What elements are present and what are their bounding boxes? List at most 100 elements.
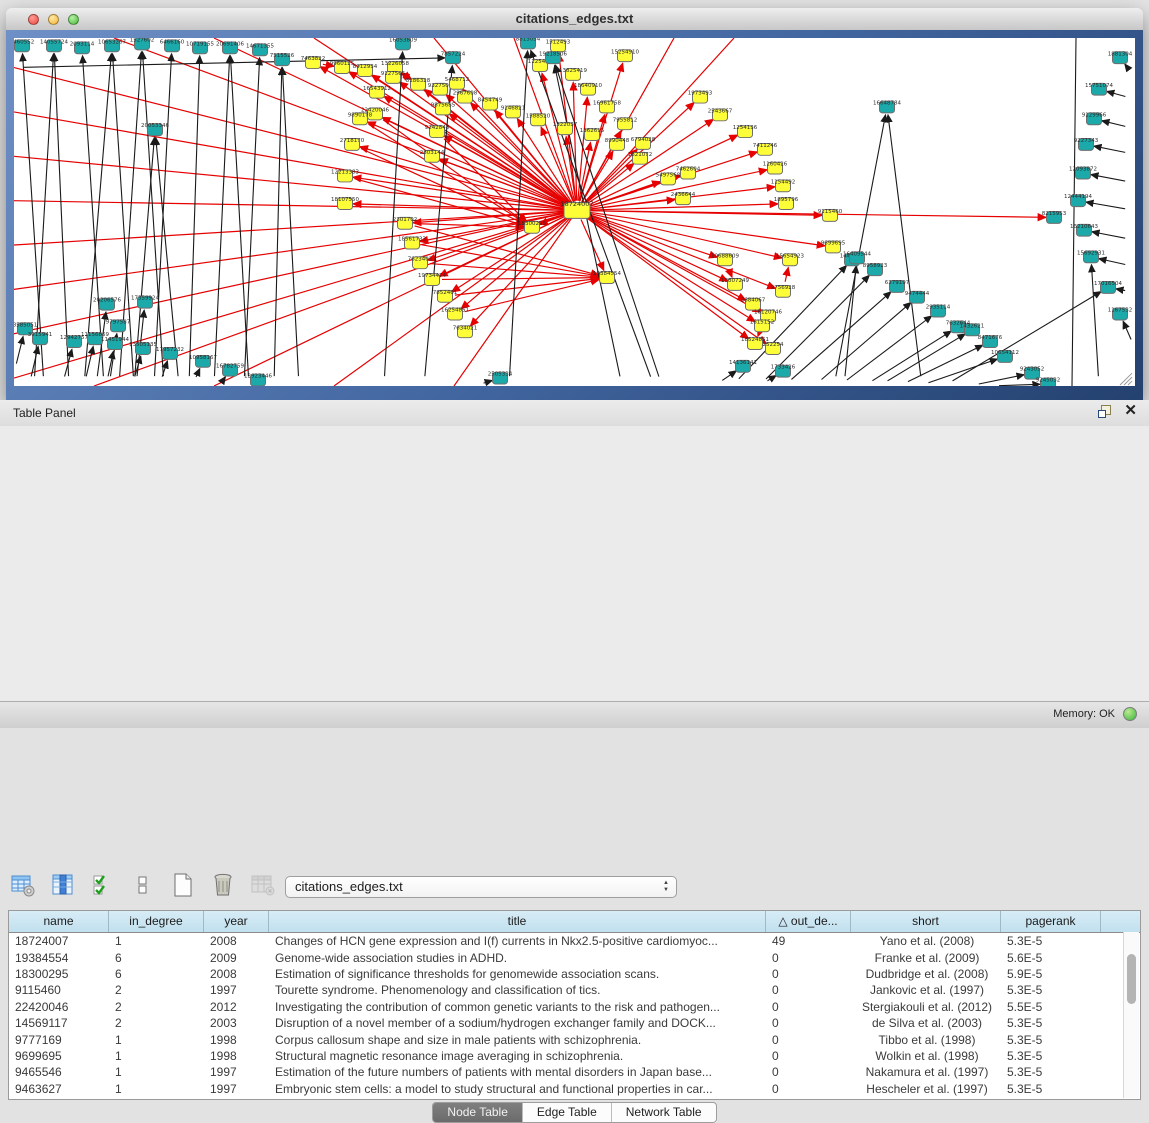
column-header-pagerank[interactable]: pagerank xyxy=(1001,911,1101,932)
resize-grip-icon[interactable] xyxy=(1124,377,1132,385)
node-label: 16543912 xyxy=(363,86,391,92)
scrollbar-thumb[interactable] xyxy=(1127,954,1136,1004)
black-edge[interactable] xyxy=(225,377,226,378)
red-edge[interactable] xyxy=(355,179,525,226)
select-column-icon[interactable] xyxy=(50,872,76,898)
black-edge[interactable] xyxy=(722,371,736,381)
node-label: 9146821 xyxy=(501,106,525,112)
delete-table-icon[interactable] xyxy=(210,872,236,898)
red-edge[interactable] xyxy=(586,215,761,312)
table-row[interactable]: 946554611997Estimation of the future num… xyxy=(9,1064,1140,1080)
table-row[interactable]: 1456911722003Disruption of a novel membe… xyxy=(9,1015,1140,1031)
red-edge[interactable] xyxy=(470,218,570,326)
black-edge[interactable] xyxy=(1099,259,1125,265)
black-edge[interactable] xyxy=(1086,202,1125,209)
black-edge[interactable] xyxy=(196,369,200,377)
black-edge[interactable] xyxy=(274,68,282,377)
node-label: 1881304 xyxy=(1108,51,1133,57)
black-edge[interactable] xyxy=(35,54,54,376)
black-edge[interactable] xyxy=(385,52,403,376)
column-header-in_degree[interactable]: in_degree xyxy=(109,911,204,932)
black-edge[interactable] xyxy=(531,50,651,376)
red-edge[interactable] xyxy=(465,279,600,311)
table-row[interactable]: 1830029562008Estimation of significance … xyxy=(9,966,1140,982)
black-edge[interactable] xyxy=(214,56,229,376)
row-height-icon[interactable] xyxy=(130,872,156,898)
red-edge[interactable] xyxy=(452,216,569,292)
table-row[interactable]: 1872400712008Changes of HCN gene express… xyxy=(9,933,1140,949)
black-edge[interactable] xyxy=(999,384,1040,385)
node-label: 19218506 xyxy=(539,51,567,57)
black-edge[interactable] xyxy=(1072,38,1076,386)
black-edge[interactable] xyxy=(484,380,493,383)
black-edge[interactable] xyxy=(282,68,298,377)
table-cell: 1997 xyxy=(204,1065,269,1079)
red-edge[interactable] xyxy=(587,211,1046,218)
black-edge[interactable] xyxy=(156,138,178,377)
node-label: 18807249 xyxy=(721,278,749,284)
black-edge[interactable] xyxy=(189,56,199,376)
black-edge[interactable] xyxy=(1094,146,1125,152)
table-cell: Jankovic et al. (1997) xyxy=(851,983,1001,997)
table-vertical-scrollbar[interactable] xyxy=(1123,932,1139,1098)
red-edge[interactable] xyxy=(454,211,577,386)
float-panel-icon[interactable] xyxy=(1098,404,1112,418)
column-checks-icon[interactable] xyxy=(90,872,116,898)
column-header-short[interactable]: short xyxy=(851,911,1001,932)
black-edge[interactable] xyxy=(1123,321,1131,339)
window-titlebar[interactable]: citations_edges.txt xyxy=(6,8,1143,31)
table-row[interactable]: 946362711997Embryonic stem cells: a mode… xyxy=(9,1081,1140,1097)
black-edge[interactable] xyxy=(1091,175,1125,182)
red-edge[interactable] xyxy=(14,211,577,290)
table-selector-dropdown[interactable]: citations_edges.txt ▲▼ xyxy=(285,876,677,898)
minimize-window-button[interactable] xyxy=(48,14,59,25)
black-edge[interactable] xyxy=(16,336,23,363)
table-row[interactable]: 977716911998Corpus callosum shape and si… xyxy=(9,1031,1140,1047)
table-settings-icon[interactable] xyxy=(10,872,36,898)
tab-network-table[interactable]: Network Table xyxy=(612,1103,716,1122)
zoom-window-button[interactable] xyxy=(68,14,79,25)
column-header-year[interactable]: year xyxy=(204,911,269,932)
resize-grip-icon[interactable] xyxy=(1128,381,1132,385)
black-edge[interactable] xyxy=(791,292,891,380)
tab-edge-table[interactable]: Edge Table xyxy=(523,1103,612,1122)
black-edge[interactable] xyxy=(230,56,248,376)
new-table-icon[interactable] xyxy=(170,872,196,898)
red-edge[interactable] xyxy=(430,264,599,277)
black-edge[interactable] xyxy=(1116,289,1125,291)
table-row[interactable]: 969969511998Structural magnetic resonanc… xyxy=(9,1048,1140,1064)
node-label: 6379197 xyxy=(885,280,909,286)
black-edge[interactable] xyxy=(1125,64,1129,70)
red-edge[interactable] xyxy=(442,278,599,280)
column-header-name[interactable]: name xyxy=(9,911,109,932)
black-edge[interactable] xyxy=(143,52,164,376)
red-edge[interactable] xyxy=(586,135,738,206)
close-panel-icon[interactable]: ✕ xyxy=(1124,404,1137,418)
black-edge[interactable] xyxy=(135,138,155,377)
node-label: 14136141 xyxy=(729,360,757,366)
black-edge[interactable] xyxy=(872,331,951,381)
table-row[interactable]: 2242004622012Investigating the contribut… xyxy=(9,999,1140,1015)
column-header-title[interactable]: title xyxy=(269,911,766,932)
node-label: 7955812 xyxy=(613,117,637,123)
network-canvas[interactable]: 1830029574638229960125891293413226058912… xyxy=(14,38,1135,386)
black-edge[interactable] xyxy=(928,359,997,383)
table-cell: 9115460 xyxy=(9,983,109,997)
close-window-button[interactable] xyxy=(28,14,39,25)
black-edge[interactable] xyxy=(1102,121,1126,127)
red-edge[interactable] xyxy=(14,68,577,211)
black-edge[interactable] xyxy=(1107,91,1126,96)
node-label: 9890178 xyxy=(348,112,373,118)
black-edge[interactable] xyxy=(1092,232,1125,238)
table-row[interactable]: 911546021997Tourette syndrome. Phenomeno… xyxy=(9,982,1140,998)
table-cell: Hescheler et al. (1997) xyxy=(851,1082,1001,1096)
red-edge[interactable] xyxy=(785,268,788,282)
table-row[interactable]: 1938455462009Genome-wide association stu… xyxy=(9,949,1140,965)
tab-node-table[interactable]: Node Table xyxy=(433,1103,523,1122)
black-edge[interactable] xyxy=(85,54,112,376)
black-edge[interactable] xyxy=(54,54,68,376)
black-edge[interactable] xyxy=(83,56,104,376)
black-edge[interactable] xyxy=(979,375,1024,384)
table-cell: 9699695 xyxy=(9,1049,109,1063)
column-header-out_de[interactable]: △ out_de... xyxy=(766,911,851,932)
